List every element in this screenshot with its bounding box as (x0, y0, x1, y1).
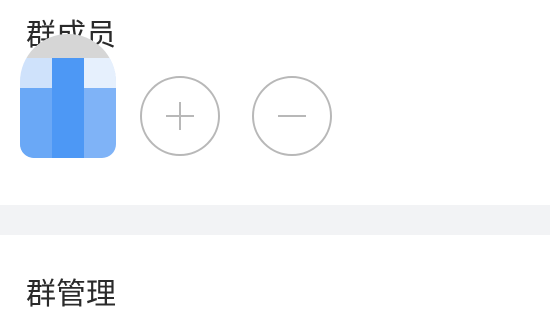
avatar-block (84, 58, 116, 88)
avatar-block (52, 58, 84, 158)
avatar-block (20, 88, 52, 158)
remove-member-button[interactable] (252, 76, 332, 156)
group-management-label: 群管理 (26, 277, 116, 312)
group-management-row[interactable]: 群管理 (0, 235, 550, 325)
group-members-section: 群成员 (0, 0, 550, 205)
add-member-button[interactable] (140, 76, 220, 156)
member-avatar[interactable] (20, 34, 116, 158)
group-settings-page: 群成员 群管理 (0, 0, 550, 325)
minus-icon (278, 115, 306, 117)
avatar-top-shade (20, 34, 116, 58)
plus-icon (166, 102, 194, 130)
section-divider (0, 205, 550, 235)
